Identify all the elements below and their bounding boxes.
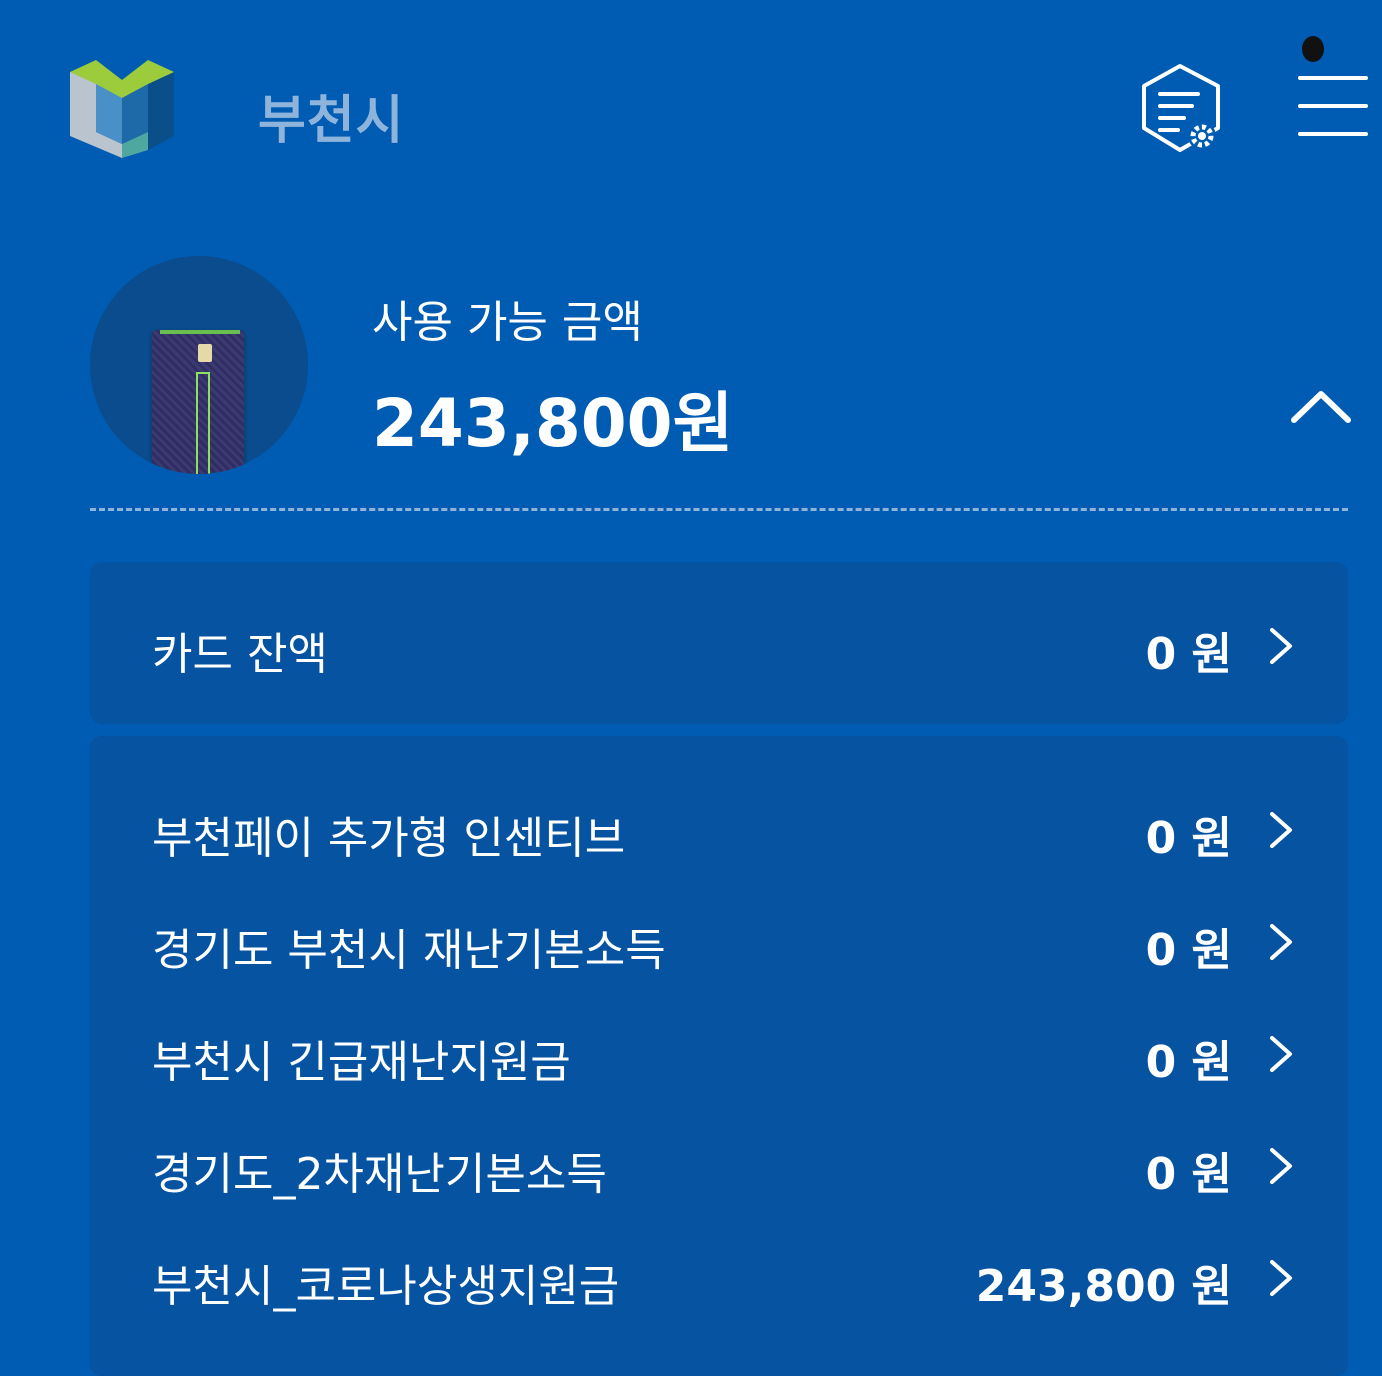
notification-dot [1302, 36, 1324, 62]
row-label: 부천시 긴급재난지원금 [152, 1037, 571, 1088]
row-label: 경기도 부천시 재난기본소득 [152, 925, 666, 976]
chevron-up-icon[interactable] [1286, 380, 1356, 430]
support-fund-panel: 부천페이 추가형 인센티브 0 원 경기도 부천시 재난기본소득 0 원 부천시… [90, 736, 1348, 1376]
support-row-disaster-income[interactable]: 경기도 부천시 재난기본소득 0 원 [90, 902, 1348, 982]
support-row-second-disaster-income[interactable]: 경기도_2차재난기본소득 0 원 [90, 1126, 1348, 1206]
city-logo-icon [66, 58, 178, 162]
row-value: 0 원 [1145, 925, 1232, 976]
chevron-right-icon [1266, 1144, 1296, 1188]
support-row-emergency-fund[interactable]: 부천시 긴급재난지원금 0 원 [90, 1014, 1348, 1094]
settings-document-icon[interactable] [1138, 60, 1228, 160]
row-label: 부천시_코로나상생지원금 [152, 1261, 620, 1312]
hamburger-menu-icon[interactable] [1294, 70, 1372, 142]
menu-line [1298, 76, 1368, 80]
row-value: 243,800 원 [975, 1261, 1232, 1312]
row-label: 카드 잔액 [152, 629, 328, 680]
app-header: 부천시 [0, 0, 1382, 200]
chevron-right-icon [1266, 624, 1296, 668]
row-value: 0 원 [1145, 629, 1232, 680]
row-value: 0 원 [1145, 813, 1232, 864]
card-top-stripe [160, 330, 240, 334]
card-thumbnail[interactable] [90, 256, 308, 474]
card-image [152, 330, 244, 474]
card-balance-row[interactable]: 카드 잔액 0 원 [90, 606, 1348, 686]
row-value: 0 원 [1145, 1149, 1232, 1200]
support-row-corona-fund[interactable]: 부천시_코로나상생지원금 243,800 원 [90, 1238, 1348, 1318]
chevron-right-icon [1266, 1032, 1296, 1076]
chevron-right-icon [1266, 920, 1296, 964]
chevron-right-icon [1266, 808, 1296, 852]
row-label: 부천페이 추가형 인센티브 [152, 813, 626, 864]
balance-summary: 사용 가능 금액 243,800원 [0, 250, 1382, 490]
available-amount-value: 243,800원 [372, 385, 734, 462]
city-name: 부천시 [258, 91, 405, 151]
card-chip [198, 344, 212, 362]
card-balance-panel: 카드 잔액 0 원 [90, 562, 1348, 724]
menu-line [1298, 132, 1368, 136]
row-value: 0 원 [1145, 1037, 1232, 1088]
section-divider [90, 508, 1348, 511]
card-logo-stripe [196, 372, 210, 474]
row-label: 경기도_2차재난기본소득 [152, 1149, 607, 1200]
chevron-right-icon [1266, 1256, 1296, 1300]
support-row-incentive[interactable]: 부천페이 추가형 인센티브 0 원 [90, 790, 1348, 870]
menu-line [1298, 104, 1368, 108]
available-amount-label: 사용 가능 금액 [372, 297, 643, 348]
